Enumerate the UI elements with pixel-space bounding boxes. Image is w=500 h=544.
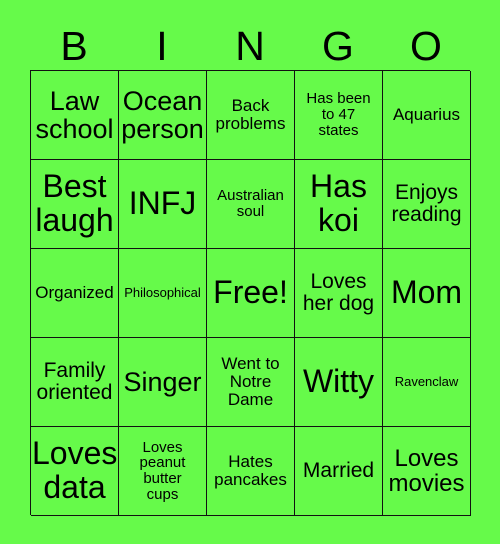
- bingo-cell[interactable]: Loves peanut butter cups: [119, 427, 207, 516]
- bingo-cell[interactable]: Has been to 47 states: [295, 71, 383, 160]
- bingo-cell[interactable]: Went to Notre Dame: [207, 338, 295, 427]
- bingo-header-letter-g: G: [322, 23, 354, 69]
- bingo-cell-label: Law school: [35, 85, 114, 144]
- bingo-cell-label: INFJ: [128, 185, 197, 222]
- bingo-cell-label: Hates pancakes: [214, 452, 287, 489]
- bingo-cell[interactable]: Ravenclaw: [383, 338, 471, 427]
- bingo-cell-label: Philosophical: [124, 285, 201, 301]
- bingo-header-letter-n: N: [235, 23, 265, 69]
- bingo-cell[interactable]: Organized: [31, 249, 119, 338]
- bingo-cell[interactable]: Singer: [119, 338, 207, 427]
- bingo-cell[interactable]: Married: [295, 427, 383, 516]
- bingo-cell-label: Loves her dog: [302, 269, 375, 315]
- bingo-cell[interactable]: Family oriented: [31, 338, 119, 427]
- bingo-cell-label: Ocean person: [121, 85, 204, 144]
- bingo-cell-label: Loves movies: [388, 444, 465, 497]
- bingo-cell[interactable]: Law school: [31, 71, 119, 160]
- bingo-cell[interactable]: Free!: [207, 249, 295, 338]
- bingo-cell-label: Aquarius: [392, 105, 461, 125]
- bingo-cell[interactable]: Australian soul: [207, 160, 295, 249]
- bingo-header-letter-i: I: [156, 23, 168, 69]
- bingo-cell[interactable]: Mom: [383, 249, 471, 338]
- bingo-cell-label: Singer: [123, 366, 202, 397]
- bingo-cell-label: Has koi: [310, 168, 367, 238]
- bingo-cell-label: Australian soul: [217, 187, 284, 220]
- bingo-cell[interactable]: Loves her dog: [295, 249, 383, 338]
- bingo-cell[interactable]: Enjoys reading: [383, 160, 471, 249]
- bingo-cell[interactable]: Witty: [295, 338, 383, 427]
- bingo-card: B I N G O Law school Ocean person Back pro…: [0, 0, 500, 544]
- bingo-cell[interactable]: INFJ: [119, 160, 207, 249]
- bingo-cell[interactable]: Philosophical: [119, 249, 207, 338]
- bingo-cell-label: Mom: [390, 274, 463, 311]
- bingo-cell[interactable]: Best laugh: [31, 160, 119, 249]
- bingo-cell-label: Free!: [213, 274, 288, 311]
- bingo-cell[interactable]: Ocean person: [119, 71, 207, 160]
- bingo-cell[interactable]: Aquarius: [383, 71, 471, 160]
- bingo-cell-label: Back problems: [215, 96, 286, 133]
- bingo-header-letter-b: B: [60, 23, 88, 69]
- bingo-header-letter-o: O: [410, 23, 442, 69]
- bingo-header: B I N G O: [30, 22, 470, 70]
- bingo-cell-label: Has been to 47 states: [306, 90, 371, 139]
- bingo-cell[interactable]: Has koi: [295, 160, 383, 249]
- bingo-cell-label: Family oriented: [36, 358, 113, 404]
- bingo-cell-label: Witty: [302, 363, 375, 400]
- bingo-cell-label: Loves data: [32, 435, 118, 505]
- bingo-cell-label: Went to Notre Dame: [221, 354, 280, 409]
- bingo-cell-label: Best laugh: [35, 168, 114, 238]
- bingo-cell-label: Loves peanut butter cups: [139, 438, 186, 503]
- bingo-cell[interactable]: Loves movies: [383, 427, 471, 516]
- bingo-cell-label: Ravenclaw: [394, 374, 459, 390]
- bingo-cell-label: Enjoys reading: [391, 180, 462, 226]
- bingo-grid: Law school Ocean person Back problems Has b…: [30, 70, 471, 516]
- bingo-cell-label: Married: [302, 458, 375, 482]
- bingo-cell[interactable]: Back problems: [207, 71, 295, 160]
- bingo-cell[interactable]: Loves data: [31, 427, 119, 516]
- bingo-cell-label: Organized: [35, 283, 114, 303]
- bingo-cell[interactable]: Hates pancakes: [207, 427, 295, 516]
